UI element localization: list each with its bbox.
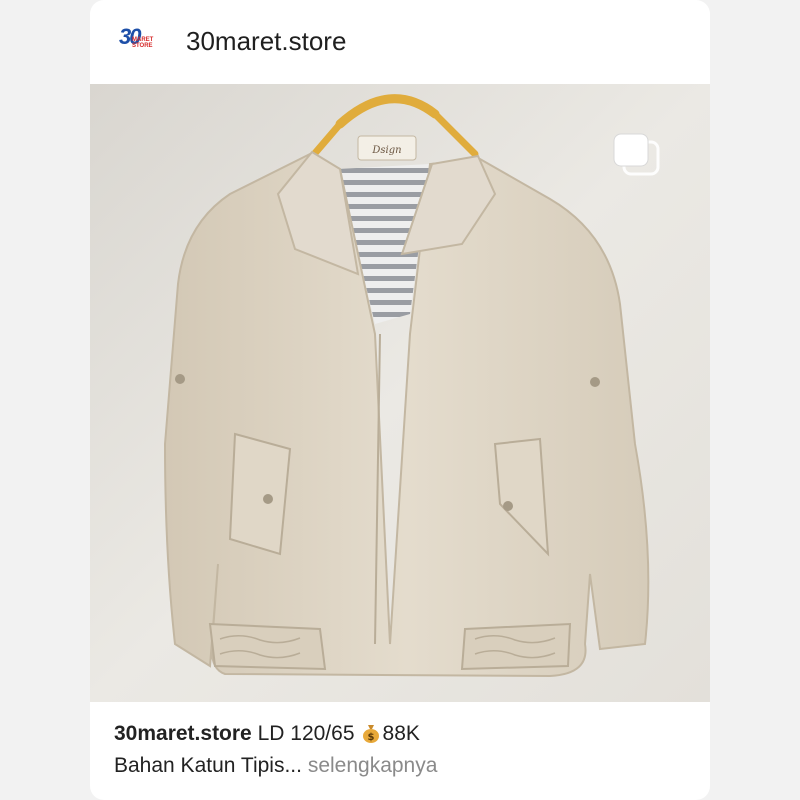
waistband-left: [208, 622, 327, 671]
pocket-left: [228, 432, 292, 556]
caption-ellipsis: ...: [284, 754, 302, 777]
post-card: 30 MARET STORE 30maret.store Dsign 30mar…: [90, 0, 710, 800]
account-name[interactable]: 30maret.store: [186, 26, 346, 57]
caption-size: LD 120/65: [257, 722, 355, 745]
caption-username[interactable]: 30maret.store: [114, 722, 252, 745]
waistband-right: [460, 622, 572, 671]
see-more-link[interactable]: selengkapnya: [308, 754, 438, 777]
brand-label-text: Dsign: [371, 145, 401, 156]
button-right: [503, 501, 513, 511]
caption-line-1: 30maret.store LD 120/65 $88K: [114, 718, 694, 750]
money-bag-icon: $: [361, 721, 381, 743]
caption-line-2: Bahan Katun Tipis... selengkapnya: [114, 750, 694, 782]
avatar[interactable]: 30 MARET STORE: [114, 18, 160, 64]
post-caption: 30maret.store LD 120/65 $88K Bahan Katun …: [114, 718, 694, 782]
post-image[interactable]: Dsign: [90, 84, 710, 702]
carousel-icon: [613, 133, 660, 176]
sleeve-button-right: [590, 377, 600, 387]
post-header: 30 MARET STORE 30maret.store: [90, 0, 710, 84]
svg-text:$: $: [367, 732, 374, 743]
caption-price: 88K: [382, 722, 420, 745]
avatar-logo-text: MARET STORE: [132, 37, 154, 49]
sleeve-button-left: [175, 374, 185, 384]
caption-description: Bahan Katun Tipis: [114, 754, 285, 777]
button-left: [263, 494, 273, 504]
